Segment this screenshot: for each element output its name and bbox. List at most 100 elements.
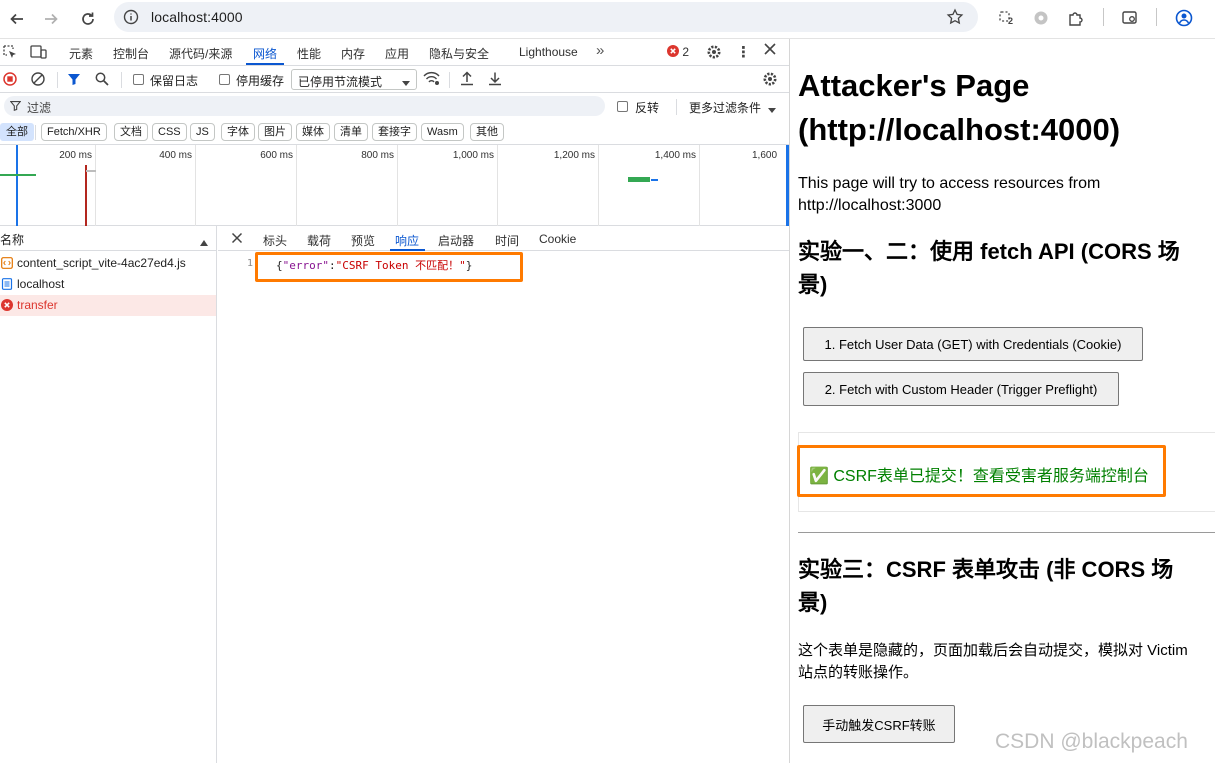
export-har-download-icon[interactable] (488, 71, 502, 89)
tab-elements[interactable]: 元素 (69, 45, 93, 62)
error-count-badge[interactable]: 2 (667, 45, 689, 59)
tab-console[interactable]: 控制台 (113, 45, 149, 62)
type-filter-wasm[interactable]: Wasm (421, 123, 464, 141)
inspect-element-icon[interactable] (2, 44, 18, 63)
toolbar-divider (35, 125, 36, 140)
request-row[interactable]: localhost (0, 274, 216, 295)
network-settings-gear-icon[interactable] (762, 71, 778, 90)
type-filter-font[interactable]: 字体 (221, 123, 255, 141)
page-title-line1: Attacker's Page (798, 68, 1030, 103)
device-toolbar-icon[interactable] (30, 44, 47, 63)
tab-payload[interactable]: 载荷 (307, 232, 331, 249)
fetch-user-data-button[interactable]: 1. Fetch User Data (GET) with Credential… (803, 327, 1143, 361)
tab-memory[interactable]: 内存 (341, 45, 365, 62)
tab-preview[interactable]: 预览 (351, 232, 375, 249)
extension-tabs-icon[interactable]: 2 (995, 6, 1019, 30)
tab-initiator[interactable]: 启动器 (438, 232, 474, 249)
back-button[interactable] (4, 6, 30, 32)
url-text[interactable]: localhost:4000 (151, 9, 243, 25)
clear-icon[interactable] (31, 72, 45, 89)
type-filter-js[interactable]: JS (190, 123, 215, 141)
invert-checkbox[interactable] (617, 101, 628, 112)
close-detail-icon[interactable] (231, 232, 243, 247)
disable-cache-checkbox[interactable] (219, 74, 230, 85)
type-filter-doc[interactable]: 文档 (114, 123, 148, 141)
type-filter-manifest[interactable]: 清单 (334, 123, 368, 141)
throttling-select[interactable]: 已停用节流模式 (291, 69, 417, 90)
timeline-label: 400 ms (159, 150, 192, 161)
request-row-selected-error[interactable]: transfer (0, 295, 216, 316)
network-conditions-wifi-icon[interactable] (423, 71, 440, 89)
type-filter-all[interactable]: 全部 (0, 123, 34, 141)
timeline-label: 200 ms (59, 150, 92, 161)
tab-sources[interactable]: 源代码/来源 (169, 45, 232, 62)
more-tabs-chevron-icon[interactable]: » (596, 42, 604, 59)
settings-gear-icon[interactable] (706, 44, 722, 63)
network-overview-timeline[interactable]: 200 ms 400 ms 600 ms 800 ms 1,000 ms 1,2… (0, 145, 789, 226)
profile-icon[interactable] (1172, 6, 1196, 30)
dom-content-loaded-marker (16, 145, 18, 226)
close-devtools-icon[interactable] (763, 42, 777, 59)
tab-response[interactable]: 响应 (395, 232, 419, 249)
fetch-custom-header-button[interactable]: 2. Fetch with Custom Header (Trigger Pre… (803, 372, 1119, 406)
type-filter-fetch-xhr[interactable]: Fetch/XHR (41, 123, 107, 141)
description-line2: 站点的转账操作。 (798, 664, 919, 681)
tab-cookies[interactable]: Cookie (539, 232, 576, 246)
network-toolbar: 保留日志 停用缓存 已停用节流模式 (0, 66, 789, 93)
section1-heading-line2: 景) (798, 272, 828, 297)
extensions-puzzle-icon[interactable] (1064, 6, 1088, 30)
toolbar-divider (449, 72, 450, 88)
error-icon (1, 299, 13, 314)
tab-timing[interactable]: 时间 (495, 232, 519, 249)
line-number: 1 (247, 258, 254, 269)
site-info-icon[interactable] (123, 9, 139, 30)
request-detail-tabbar: 标头 载荷 预览 响应 启动器 时间 Cookie (218, 226, 789, 251)
import-har-upload-icon[interactable] (460, 71, 474, 89)
request-row[interactable]: content_script_vite-4ac27ed4.js (0, 253, 216, 274)
request-bar (0, 174, 36, 176)
filter-input[interactable]: 过滤 (4, 96, 605, 116)
tab-lighthouse[interactable]: Lighthouse (519, 45, 578, 59)
forward-button[interactable] (38, 6, 64, 32)
type-filter-img[interactable]: 图片 (258, 123, 292, 141)
tab-privacy-security[interactable]: 隐私与安全 (429, 45, 489, 62)
tab-headers[interactable]: 标头 (263, 232, 287, 249)
preserve-log-checkbox[interactable] (133, 74, 144, 85)
search-icon[interactable] (95, 72, 109, 89)
intro-text: This page will try to access resources f… (798, 173, 1100, 217)
tab-search-icon[interactable] (1118, 6, 1142, 30)
toolbar-divider (1103, 8, 1104, 26)
timeline-handle[interactable] (786, 145, 789, 226)
chevron-down-icon (768, 103, 776, 117)
sort-ascending-icon[interactable] (200, 235, 208, 249)
bookmark-star-icon[interactable] (946, 8, 964, 31)
type-filter-css[interactable]: CSS (152, 123, 187, 141)
type-filter-socket[interactable]: 套接字 (372, 123, 417, 141)
toolbar-divider (1156, 8, 1157, 26)
section1-heading-line1: 实验一、二：使用 fetch API (CORS 场 (798, 239, 1180, 264)
extension-gray-icon[interactable] (1029, 6, 1053, 30)
more-filters-dropdown[interactable]: 更多过滤条件 (689, 99, 761, 116)
tab-network[interactable]: 网络 (253, 45, 277, 62)
address-bar[interactable]: localhost:4000 (114, 2, 978, 32)
tab-application[interactable]: 应用 (385, 45, 409, 62)
request-bar (628, 177, 650, 182)
response-body-viewer[interactable]: 1 {"error":"CSRF Token 不匹配！"} (218, 251, 789, 763)
more-options-icon[interactable]: ⋮ (736, 43, 751, 61)
section3-heading-line2: 景) (798, 590, 828, 615)
filter-funnel-icon (9, 100, 22, 114)
arrow-right-icon (45, 13, 58, 25)
type-filter-media[interactable]: 媒体 (296, 123, 330, 141)
filter-funnel-icon[interactable] (67, 72, 81, 89)
section3-heading: 实验三：CSRF 表单攻击 (非 CORS 场 景) (798, 553, 1173, 619)
record-stop-icon[interactable] (3, 72, 17, 89)
devtools-tabbar: 元素 控制台 源代码/来源 网络 性能 内存 应用 隐私与安全 Lighthou… (0, 39, 789, 66)
name-column-header[interactable]: 名称 (0, 231, 24, 248)
reload-button[interactable] (75, 6, 101, 32)
toolbar-divider (676, 99, 677, 115)
resource-type-filter-bar: 全部 Fetch/XHR 文档 CSS JS 字体 图片 媒体 清单 套接字 W… (0, 119, 789, 145)
tab-performance[interactable]: 性能 (297, 45, 321, 62)
manual-csrf-transfer-button[interactable]: 手动触发CSRF转账 (803, 705, 955, 743)
network-split-view: 名称 content_script_vite-4ac27ed4.js local… (0, 226, 789, 763)
type-filter-other[interactable]: 其他 (470, 123, 504, 141)
